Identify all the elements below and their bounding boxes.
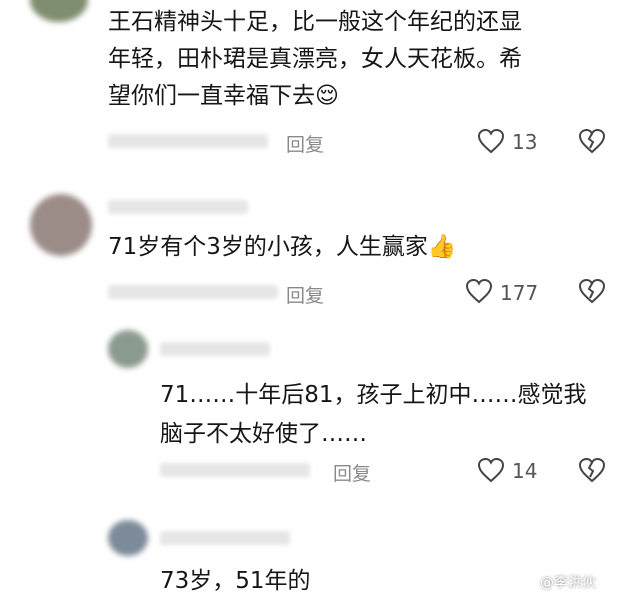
comment-username bbox=[108, 200, 248, 214]
broken-heart-icon[interactable] bbox=[578, 457, 606, 483]
comment-line: 望你们一直幸福下去😌 bbox=[108, 83, 339, 109]
comment-meta bbox=[108, 285, 278, 299]
comment-line: 王石精神头十足，比一般这个年纪的还显 bbox=[108, 9, 522, 35]
heart-outline-icon[interactable] bbox=[477, 457, 505, 483]
comment-text: 71岁有个3岁的小孩，人生赢家👍 bbox=[108, 231, 457, 264]
comment-username bbox=[160, 342, 270, 356]
comment-line: 71岁有个3岁的小孩，人生赢家👍 bbox=[108, 234, 457, 260]
avatar[interactable] bbox=[108, 330, 148, 368]
watermark: @李洪伙 bbox=[540, 575, 596, 591]
comment-line: 脑子不太好使了…… bbox=[160, 421, 367, 447]
reply-button[interactable]: 回复 bbox=[333, 459, 371, 486]
comment-line: 73岁，51年的 bbox=[160, 568, 311, 594]
comment-meta bbox=[160, 463, 310, 477]
heart-outline-icon[interactable] bbox=[465, 278, 493, 304]
like-count: 177 bbox=[500, 281, 539, 305]
comment-username bbox=[160, 531, 290, 545]
like-count: 14 bbox=[512, 459, 538, 483]
heart-outline-icon[interactable] bbox=[477, 128, 505, 154]
comment-meta bbox=[108, 134, 268, 148]
comment-line: 年轻，田朴珺是真漂亮，女人天花板。希 bbox=[108, 46, 522, 72]
avatar[interactable] bbox=[108, 520, 148, 556]
comment-text: 王石精神头十足，比一般这个年纪的还显 年轻，田朴珺是真漂亮，女人天花板。希 望你… bbox=[108, 6, 522, 113]
avatar[interactable] bbox=[30, 194, 92, 256]
broken-heart-icon[interactable] bbox=[578, 278, 606, 304]
broken-heart-icon[interactable] bbox=[578, 128, 606, 154]
like-count: 13 bbox=[512, 130, 538, 154]
comment-line: 71……十年后81，孩子上初中……感觉我 bbox=[160, 382, 587, 408]
comment-text: 73岁，51年的 bbox=[160, 565, 311, 598]
avatar[interactable] bbox=[30, 0, 88, 22]
reply-button[interactable]: 回复 bbox=[286, 281, 324, 308]
comment-text: 71……十年后81，孩子上初中……感觉我 脑子不太好使了…… bbox=[160, 379, 587, 451]
reply-button[interactable]: 回复 bbox=[286, 130, 324, 157]
